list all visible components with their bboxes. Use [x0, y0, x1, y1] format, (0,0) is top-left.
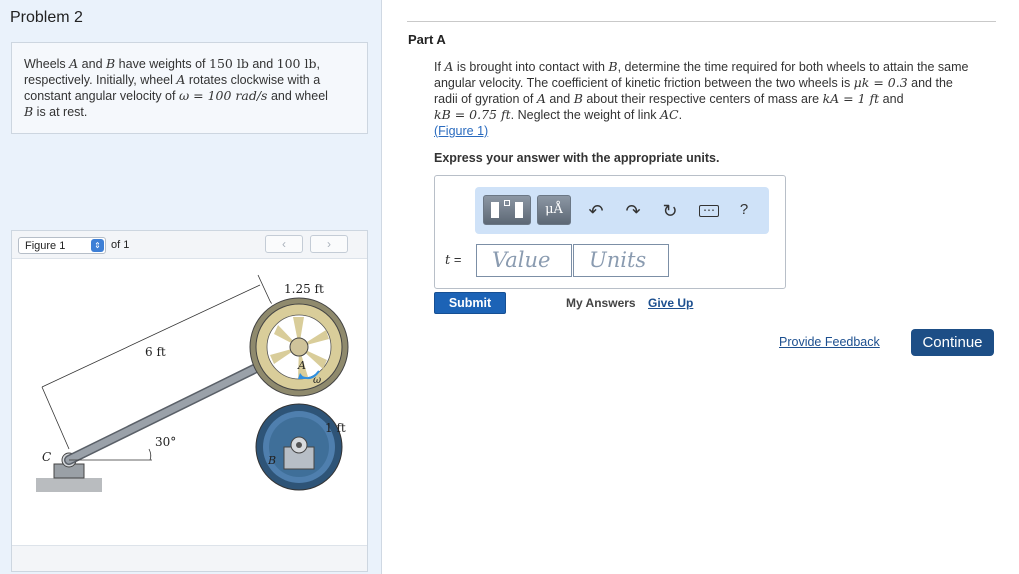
question-segment: about their respective centers of mass a…: [582, 92, 823, 106]
chevron-updown-icon: ⇕: [91, 239, 104, 252]
units-input[interactable]: Units: [573, 244, 669, 277]
radius-a-label: 1.25 ft: [284, 282, 324, 296]
statement-text: respectively. Initially, wheel: [24, 73, 177, 87]
point-b-label: B: [267, 454, 276, 467]
reset-icon[interactable]: ↻: [659, 201, 681, 222]
statement-text: ,: [316, 57, 320, 71]
var-b: B: [608, 59, 618, 74]
angle-label: 30°: [155, 435, 176, 449]
point-a-label: A: [297, 359, 306, 372]
figure-count: of 1: [111, 239, 130, 251]
wheel-a: [249, 297, 349, 397]
figure-select[interactable]: Figure 1 ⇕: [18, 237, 106, 254]
answer-instruction: Express your answer with the appropriate…: [434, 151, 720, 165]
wheel-b: [255, 403, 343, 491]
question-segment: . Neglect the weight of link: [510, 108, 661, 122]
figure-diagram: 1.25 ft 6 ft 30° 1 ft C A B ω: [36, 274, 349, 492]
ka-value: kA = 1 ft: [822, 91, 880, 106]
figure-select-label: Figure 1: [25, 240, 66, 252]
my-answers-link[interactable]: My Answers: [566, 296, 636, 310]
statement-text: and: [248, 57, 277, 71]
var-a: A: [536, 91, 546, 106]
statement-text: is at rest.: [33, 105, 88, 119]
answer-variable-label: t =: [445, 252, 461, 268]
weight-b: 100 lb: [276, 56, 317, 71]
problem-panel: Problem 2 Wheels A and B have weights of…: [0, 0, 382, 574]
submit-button[interactable]: Submit: [434, 292, 506, 314]
templates-button[interactable]: [483, 195, 531, 225]
question-segment: , determine the time required for both w…: [617, 60, 969, 74]
question-segment: and: [545, 92, 574, 106]
weight-a: 150 lb: [209, 56, 249, 71]
divider: [407, 21, 996, 22]
question-segment: and: [879, 92, 904, 106]
question-segment: and the: [907, 76, 953, 90]
statement-text: rotates clockwise with a: [185, 73, 321, 87]
question-segment: radii of gyration of: [434, 92, 537, 106]
templates-icon-bar: [515, 202, 523, 218]
var-ac: AC: [660, 107, 679, 122]
problem-title: Problem 2: [10, 9, 83, 26]
help-icon[interactable]: ?: [733, 201, 755, 218]
chevron-right-icon: ›: [327, 237, 331, 251]
undo-icon[interactable]: ↶: [585, 201, 607, 222]
math-toolbar: μÅ ↶ ↷ ↻ ⋯ ?: [475, 187, 769, 234]
continue-button[interactable]: Continue: [911, 329, 994, 356]
kb-value: kB = 0.75 ft: [434, 107, 511, 122]
var-a: A: [69, 56, 79, 71]
var-b: B: [573, 91, 583, 106]
units-icon: μÅ: [545, 202, 563, 217]
answer-box: μÅ ↶ ↷ ↻ ⋯ ? t = Value Units: [434, 175, 786, 289]
part-title: Part A: [408, 32, 446, 47]
figure-toolbar: Figure 1 ⇕ of 1 ‹ ›: [12, 231, 367, 259]
mu-value: μk = 0.3: [853, 75, 908, 90]
question-text: If A is brought into contact with B, det…: [434, 59, 1000, 139]
statement-text: constant angular velocity of: [24, 89, 179, 103]
var-b: B: [106, 56, 116, 71]
statement-text: have weights of: [115, 57, 209, 71]
statement-text: Wheels: [24, 57, 70, 71]
previous-figure-button[interactable]: ‹: [265, 235, 303, 253]
point-c-label: C: [42, 450, 51, 464]
omega-value: ω = 100 rad/s: [178, 88, 268, 103]
omega-label: ω: [313, 375, 321, 386]
length-label: 6 ft: [145, 345, 166, 359]
figure-footer: [12, 545, 367, 571]
equals-sign: =: [450, 252, 462, 267]
keyboard-icon[interactable]: ⋯: [699, 204, 719, 217]
statement-text: and: [78, 57, 106, 71]
templates-icon-box: [504, 200, 510, 206]
var-b: B: [24, 104, 34, 119]
question-segment: If: [434, 60, 445, 74]
give-up-link[interactable]: Give Up: [648, 296, 693, 310]
statement-text: and wheel: [267, 89, 328, 103]
units-button[interactable]: μÅ: [537, 195, 571, 225]
radius-b-label: 1 ft: [325, 421, 346, 435]
figure-panel: Figure 1 ⇕ of 1 ‹ › 1.25 ft 6 ft 30° 1 f…: [11, 230, 368, 572]
next-figure-button[interactable]: ›: [310, 235, 348, 253]
provide-feedback-link[interactable]: Provide Feedback: [779, 335, 880, 349]
templates-icon: [491, 202, 499, 218]
chevron-left-icon: ‹: [282, 237, 286, 251]
problem-statement: Wheels A and B have weights of 150 lb an…: [11, 42, 368, 134]
redo-icon[interactable]: ↷: [622, 201, 644, 222]
figure-link[interactable]: (Figure 1): [434, 124, 488, 138]
question-segment: .: [678, 108, 683, 122]
question-segment: is brought into contact with: [453, 60, 609, 74]
value-input[interactable]: Value: [476, 244, 572, 277]
question-segment: angular velocity. The coefficient of kin…: [434, 76, 854, 90]
